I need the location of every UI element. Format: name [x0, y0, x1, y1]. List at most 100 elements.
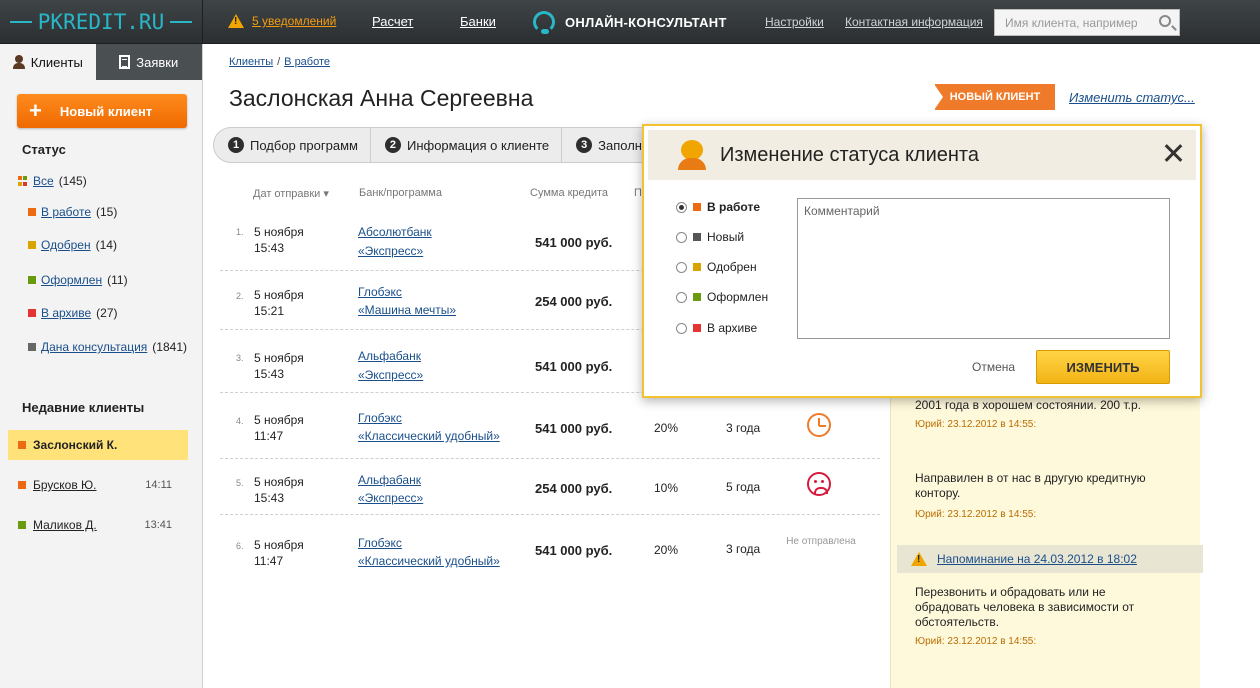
- note-text: Перезвонить и обрадовать или не обрадова…: [915, 585, 1135, 629]
- status-color-icon: [693, 293, 701, 301]
- modal-title: Изменение статуса клиента: [720, 143, 979, 166]
- all-status-icon: [18, 176, 28, 186]
- notes-panel: 2001 года в хорошем состоянии. 200 т.р. …: [890, 396, 1203, 688]
- close-icon[interactable]: [1162, 142, 1184, 164]
- row-divider: [220, 458, 880, 459]
- reminder-bar[interactable]: Напоминание на 24.03.2012 в 18:02: [897, 545, 1203, 573]
- status-color-icon: [28, 208, 36, 216]
- status-heading: Статус: [22, 142, 66, 157]
- radio-button[interactable]: [676, 201, 687, 213]
- column-header-bank: Банк/программа: [359, 187, 442, 199]
- note-meta: Юрий: 23.12.2012 в 14:55:: [915, 636, 1037, 647]
- bank-link[interactable]: Глобэкс: [358, 411, 402, 425]
- program-link[interactable]: «Машина мечты»: [358, 303, 456, 317]
- column-header-rate: П: [634, 187, 642, 199]
- program-link[interactable]: «Экспресс»: [358, 244, 423, 258]
- radio-button[interactable]: [676, 322, 687, 334]
- cancel-button[interactable]: Отмена: [972, 360, 1015, 374]
- new-client-button[interactable]: + Новый клиент: [17, 94, 187, 128]
- tab-filled[interactable]: 3 Заполнен: [562, 128, 652, 162]
- bank-link[interactable]: Альфабанк: [358, 473, 421, 487]
- note-meta: Юрий: 23.12.2012 в 14:55:: [915, 419, 1037, 430]
- status-option-archive[interactable]: В архиве: [676, 321, 757, 335]
- status-filter-consultation[interactable]: Дана консультация (1841): [28, 340, 187, 354]
- breadcrumb-clients[interactable]: Клиенты: [229, 56, 273, 68]
- bank-link[interactable]: Глобэкс: [358, 285, 402, 299]
- clock-icon: [807, 413, 831, 437]
- recent-clients-heading: Недавние клиенты: [22, 400, 145, 415]
- status-color-icon: [18, 521, 26, 529]
- contact-info-link[interactable]: Контактная информация: [845, 15, 983, 29]
- document-icon: [119, 55, 131, 69]
- tab-client-info[interactable]: 2 Информация о клиенте: [371, 128, 563, 162]
- not-sent-label: Не отправлена: [786, 536, 856, 547]
- status-option-in-work[interactable]: В работе: [676, 200, 760, 214]
- status-color-icon: [18, 481, 26, 489]
- warning-icon: [911, 552, 927, 566]
- nav-calc[interactable]: Расчет: [372, 14, 413, 29]
- bank-link[interactable]: Глобэкс: [358, 536, 402, 550]
- top-bar: PKREDIT.RU 5 уведомлений Расчет Банки ОН…: [0, 0, 1260, 44]
- note-text: 2001 года в хорошем состоянии. 200 т.р.: [915, 398, 1141, 412]
- status-filter-issued[interactable]: Оформлен (11): [28, 273, 128, 287]
- program-link[interactable]: «Классический удобный»: [358, 429, 500, 443]
- page-title: Заслонская Анна Сергеевна: [229, 85, 534, 111]
- status-badge: НОВЫЙ КЛИЕНТ: [934, 84, 1055, 110]
- warning-icon: [228, 14, 244, 28]
- status-color-icon: [28, 309, 36, 317]
- radio-button[interactable]: [676, 261, 687, 273]
- recent-client-item[interactable]: Маликов Д. 13:41: [8, 510, 188, 540]
- modal-header: Изменение статуса клиента: [648, 130, 1196, 180]
- radio-button[interactable]: [676, 291, 687, 303]
- status-color-icon: [693, 324, 701, 332]
- status-option-issued[interactable]: Оформлен: [676, 290, 768, 304]
- comment-field[interactable]: Комментарий: [797, 198, 1170, 339]
- user-icon: [12, 55, 25, 69]
- change-status-modal: Изменение статуса клиента В работе Новый…: [642, 124, 1202, 398]
- tab-clients[interactable]: Клиенты: [0, 44, 96, 80]
- search-icon[interactable]: [1159, 15, 1171, 27]
- client-avatar-icon: [678, 140, 706, 170]
- tab-applications[interactable]: Заявки: [95, 44, 202, 80]
- radio-button[interactable]: [676, 231, 687, 243]
- online-consultant[interactable]: ОНЛАЙН-КОНСУЛЬТАНТ: [533, 11, 727, 34]
- status-filter-archive[interactable]: В архиве (27): [28, 306, 118, 320]
- note-text: Направилен в от нас в другую кредитную к…: [915, 471, 1146, 500]
- status-filter-all[interactable]: Все (145): [18, 174, 87, 188]
- status-color-icon: [693, 203, 701, 211]
- notifications-link[interactable]: 5 уведомлений: [228, 14, 336, 28]
- sad-face-icon: [807, 472, 831, 496]
- plus-icon: +: [29, 98, 42, 123]
- nav-banks[interactable]: Банки: [460, 14, 496, 29]
- breadcrumb-in-work[interactable]: В работе: [284, 56, 330, 68]
- status-color-icon: [28, 276, 36, 284]
- tab-program-selection[interactable]: 1 Подбор программ: [214, 128, 371, 162]
- bank-link[interactable]: Абсолютбанк: [358, 225, 432, 239]
- status-option-new[interactable]: Новый: [676, 230, 744, 244]
- recent-client-item[interactable]: Заслонский К.: [8, 430, 188, 460]
- recent-client-item[interactable]: Брусков Ю. 14:11: [8, 470, 188, 500]
- status-filter-in-work[interactable]: В работе (15): [28, 205, 117, 219]
- bank-link[interactable]: Альфабанк: [358, 349, 421, 363]
- status-color-icon: [693, 263, 701, 271]
- program-link[interactable]: «Экспресс»: [358, 491, 423, 505]
- logo[interactable]: PKREDIT.RU: [0, 0, 203, 44]
- status-color-icon: [28, 343, 36, 351]
- change-status-link[interactable]: Изменить статус...: [1069, 90, 1195, 105]
- change-button[interactable]: ИЗМЕНИТЬ: [1036, 350, 1170, 384]
- status-color-icon: [693, 233, 701, 241]
- settings-link[interactable]: Настройки: [765, 15, 824, 29]
- status-option-approved[interactable]: Одобрен: [676, 260, 757, 274]
- status-color-icon: [18, 441, 26, 449]
- column-header-date[interactable]: Дат отправки ▾: [253, 187, 329, 200]
- wizard-tabs: 1 Подбор программ 2 Информация о клиенте 3…: [213, 127, 653, 163]
- headset-icon: [533, 11, 555, 34]
- search-input[interactable]: Имя клиента, например: [994, 9, 1180, 36]
- note-meta: Юрий: 23.12.2012 в 14:55:: [915, 509, 1037, 520]
- program-link[interactable]: «Экспресс»: [358, 368, 423, 382]
- breadcrumb: Клиенты / В работе: [229, 56, 331, 68]
- status-color-icon: [28, 241, 36, 249]
- program-link[interactable]: «Классический удобный»: [358, 554, 500, 568]
- status-filter-approved[interactable]: Одобрен (14): [28, 238, 117, 252]
- column-header-amount: Сумма кредита: [530, 187, 609, 199]
